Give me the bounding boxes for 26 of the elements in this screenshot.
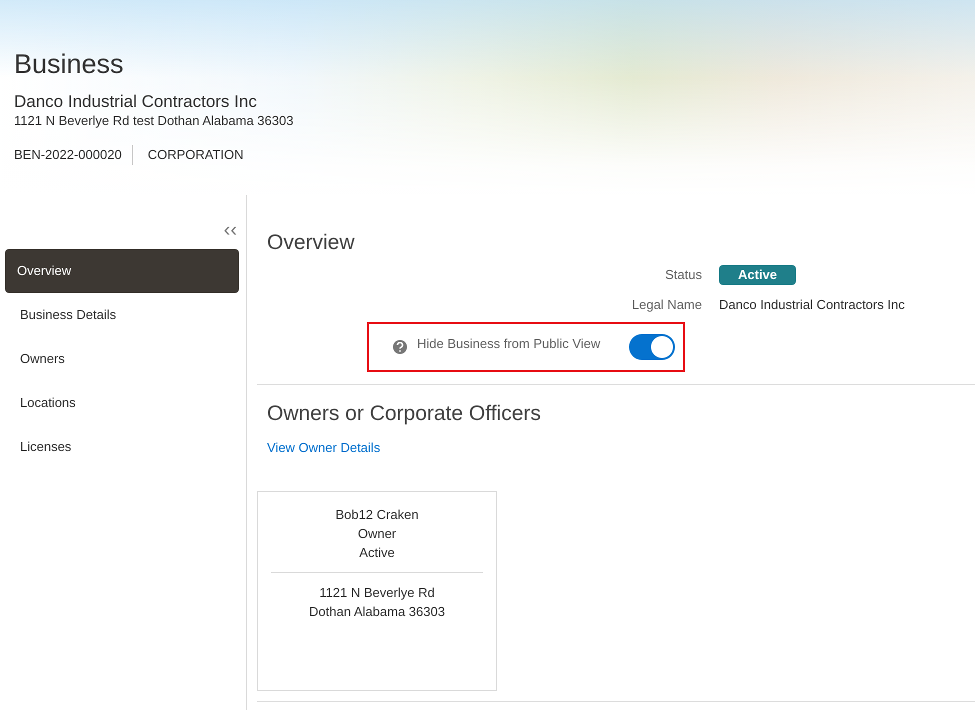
- owner-address: Dothan Alabama 36303: [309, 603, 445, 621]
- owner-status: Active: [359, 544, 395, 562]
- business-type: CORPORATION: [146, 146, 244, 164]
- sidebar-item[interactable]: Business Details: [5, 293, 239, 337]
- section-title: Owners or Corporate Officers: [267, 401, 542, 427]
- business-name: Danco Industrial Contractors Inc: [14, 92, 258, 112]
- sidebar-item[interactable]: Owners: [5, 337, 239, 381]
- sidebar-item[interactable]: Overview: [5, 249, 239, 293]
- field-label: Legal Name: [630, 296, 703, 314]
- status-badge: Active: [719, 265, 796, 285]
- page-title: Business: [14, 48, 125, 81]
- business-address: 1121 N Beverlye Rd test Dothan Alabama 36303: [14, 112, 294, 130]
- owner-details-link[interactable]: View Owner Details: [267, 438, 380, 458]
- toggle-label: Hide Business from Public View: [417, 335, 602, 354]
- toggle-switch[interactable]: [629, 334, 675, 360]
- section-title: Overview: [267, 230, 356, 256]
- sidebar-item[interactable]: Licenses: [5, 425, 239, 469]
- sidebar-item[interactable]: Locations: [5, 381, 239, 425]
- collapse-button[interactable]: ‹‹: [224, 217, 237, 243]
- owner-role: Owner: [358, 525, 396, 543]
- business-id: BEN-2022-000020: [14, 146, 123, 164]
- help-icon[interactable]: [393, 340, 407, 354]
- owner-address: 1121 N Beverlye Rd: [319, 584, 435, 602]
- field-value: Danco Industrial Contractors Inc: [719, 296, 905, 314]
- owner-name: Bob12 Craken: [335, 506, 419, 524]
- field-label: Status: [664, 266, 703, 284]
